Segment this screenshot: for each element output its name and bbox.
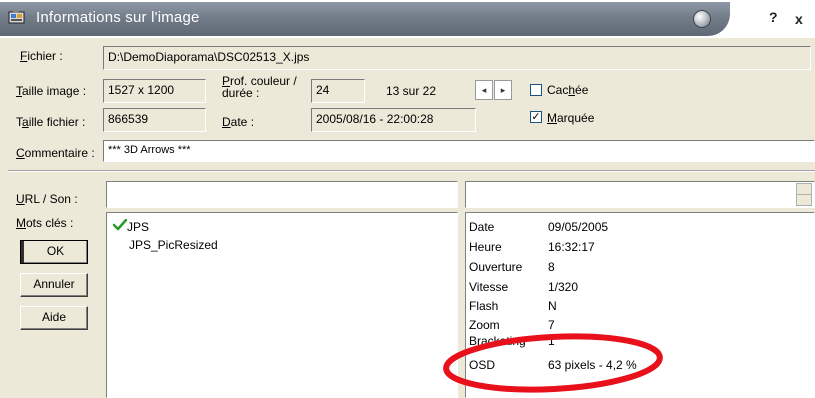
hidden-label: Cachée [547, 83, 589, 97]
close-button[interactable]: x [795, 11, 803, 27]
separator [8, 170, 815, 172]
cancel-button[interactable]: Annuler [20, 273, 88, 297]
check-mark-icon [112, 218, 128, 234]
keyword-item[interactable]: JPS [112, 218, 149, 234]
exif-value: 1/320 [548, 280, 579, 294]
minimize-orb-icon[interactable] [693, 10, 711, 28]
comment-input[interactable]: *** 3D Arrows *** [103, 140, 815, 162]
file-path-field: D:\DemoDiaporama\DSC02513_X.jps [103, 46, 811, 70]
image-size-field: 1527 x 1200 [103, 79, 206, 103]
comment-label: Commentaire : [16, 146, 95, 160]
exif-value: N [548, 299, 557, 313]
previous-image-button[interactable]: ◂ [475, 80, 493, 100]
file-size-field: 866539 [103, 108, 206, 132]
url-sound-input[interactable] [106, 181, 458, 208]
scroll-spinner[interactable] [796, 183, 812, 206]
exif-value: 09/05/2005 [548, 220, 609, 234]
exif-value: 16:32:17 [548, 240, 595, 254]
ok-button[interactable]: OK [20, 240, 88, 264]
file-label: Fichier : [20, 49, 63, 63]
color-depth-field: 24 [311, 79, 365, 103]
marked-checkbox[interactable]: ✓ [530, 111, 542, 123]
exif-key: Flash [469, 299, 499, 313]
help-button[interactable]: Aide [20, 306, 88, 330]
image-size-label: Taille image : [16, 84, 87, 98]
keyword-item[interactable]: JPS_PicResized [129, 238, 218, 252]
exif-key: Vitesse [469, 280, 509, 294]
next-image-button[interactable]: ▸ [494, 80, 512, 100]
exif-key: Heure [469, 240, 502, 254]
window-title: Informations sur l'image [36, 9, 200, 26]
exif-key: Date [469, 220, 495, 234]
hidden-checkbox[interactable] [530, 84, 542, 96]
file-size-label: Taille fichier : [16, 115, 86, 129]
marked-label: Marquée [547, 111, 595, 125]
date-label: Date : [222, 115, 255, 129]
app-icon [8, 9, 26, 25]
title-bar: Informations sur l'image ? x [0, 0, 815, 38]
date-field: 2005/08/16 - 22:00:28 [311, 108, 476, 132]
exif-header-field [465, 181, 815, 208]
spin-up-button[interactable] [797, 184, 811, 195]
exif-value: 8 [548, 260, 555, 274]
image-position-text: 13 sur 22 [386, 84, 437, 98]
help-title-button[interactable]: ? [769, 9, 778, 25]
annotation-ellipse [443, 333, 663, 393]
keywords-label: Mots clés : [16, 216, 74, 230]
url-sound-label: URL / Son : [16, 192, 78, 206]
exif-key: Ouverture [469, 260, 523, 274]
keywords-list[interactable]: JPS JPS_PicResized [106, 212, 458, 398]
color-depth-label: Prof. couleur / durée : [222, 74, 297, 100]
